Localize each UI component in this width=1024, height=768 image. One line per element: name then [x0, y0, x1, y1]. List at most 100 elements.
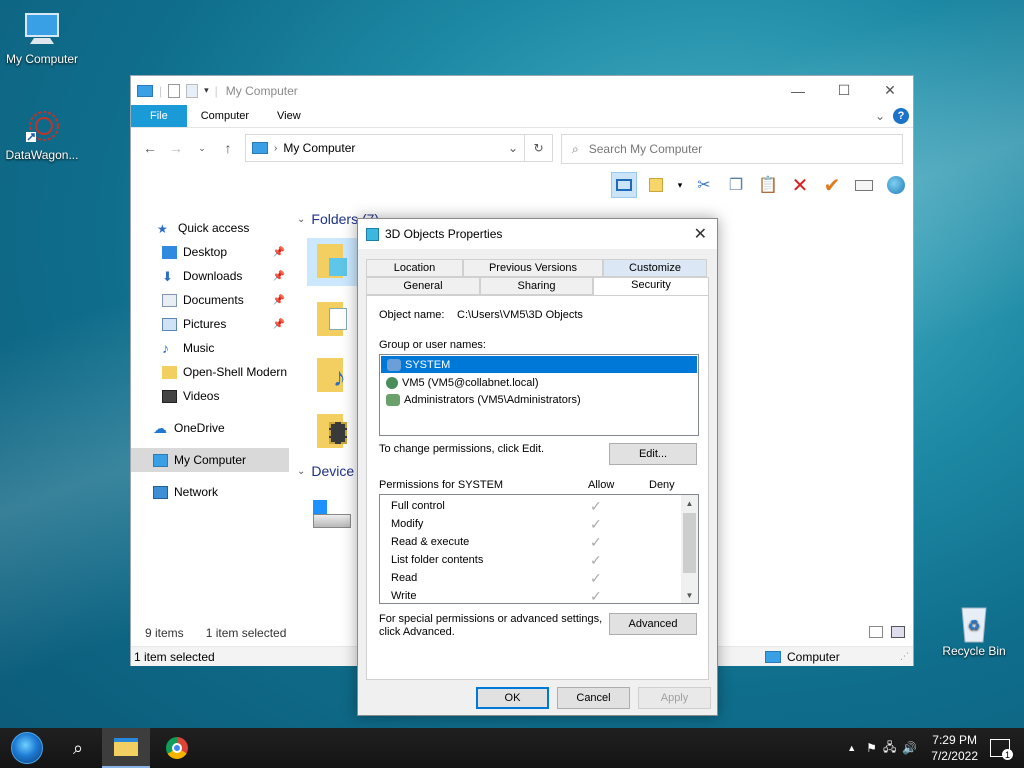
sidebar-item-documents[interactable]: Documents 📌 [131, 288, 289, 312]
minimize-button[interactable]: — [775, 76, 821, 105]
tab-previous-versions[interactable]: Previous Versions [463, 259, 603, 277]
devices-group-header[interactable]: ⌄ Device [297, 463, 354, 479]
delete-icon[interactable]: ✕ [787, 172, 813, 198]
cancel-button[interactable]: Cancel [557, 687, 630, 709]
checkmark-icon[interactable]: ✔ [819, 172, 845, 198]
address-dropdown-icon[interactable]: ⌄ [508, 141, 524, 155]
pin-icon[interactable]: 📌 [273, 319, 285, 330]
taskbar-file-explorer[interactable] [102, 728, 150, 768]
object-name-label: Object name: [379, 309, 445, 321]
tab-location[interactable]: Location [366, 259, 463, 277]
search-button[interactable]: ⌕ [54, 728, 102, 768]
maximize-button[interactable]: ☐ [821, 76, 867, 105]
breadcrumb-chevron-icon[interactable]: › [274, 143, 277, 154]
new-folder-icon[interactable] [186, 83, 199, 98]
qat-dropdown-icon[interactable]: ▾ [204, 85, 209, 96]
scroll-down-icon[interactable]: ▼ [681, 587, 698, 603]
sidebar-item-onedrive[interactable]: ☁ OneDrive [131, 416, 289, 440]
forward-arrow-icon[interactable]: → [167, 140, 185, 156]
sidebar-item-my-computer[interactable]: My Computer [131, 448, 289, 472]
recent-dropdown-icon[interactable]: ⌄ [193, 143, 211, 154]
resize-grip-icon[interactable]: ⋰ [900, 651, 909, 662]
drive-c[interactable] [307, 496, 357, 544]
sidebar-item-quick-access[interactable]: ★ Quick access [131, 216, 289, 240]
user-item-vm5[interactable]: VM5 (VM5@collabnet.local) [380, 374, 698, 391]
cut-icon[interactable]: ✂ [691, 172, 717, 198]
system-tray: ▲ ⚑ 🖧 🔊 7:29 PM 7/2/2022 1 [847, 728, 1024, 768]
folder-3d-objects[interactable] [307, 238, 357, 286]
tab-customize[interactable]: Customize [603, 259, 707, 277]
tab-sharing[interactable]: Sharing [480, 277, 593, 295]
scroll-up-icon[interactable]: ▲ [681, 495, 698, 511]
sidebar-item-music[interactable]: ♪ Music [131, 336, 289, 360]
ribbon-expand-icon[interactable]: ⌄ [875, 105, 893, 127]
show-hidden-icons[interactable]: ▲ [847, 743, 856, 753]
apply-button[interactable]: Apply [638, 687, 711, 709]
back-arrow-icon[interactable]: ← [141, 140, 159, 156]
user-item-system[interactable]: SYSTEM [381, 356, 697, 373]
action-flag-icon[interactable]: ⚑ [866, 741, 877, 755]
sidebar-item-downloads[interactable]: ⬇ Downloads 📌 [131, 264, 289, 288]
taskbar: ⌕ ▲ ⚑ 🖧 🔊 7:29 PM 7/2/2022 1 [0, 728, 1024, 768]
permissions-list[interactable]: Full control ✓ Modify ✓ Read & execute ✓ Li… [379, 494, 699, 604]
tab-computer[interactable]: Computer [187, 105, 263, 127]
film-icon [162, 389, 177, 403]
refresh-button[interactable]: ↻ [525, 134, 553, 162]
address-bar[interactable]: › My Computer ⌄ [245, 134, 525, 162]
taskbar-chrome[interactable] [150, 728, 204, 768]
search-box[interactable]: ⌕ Search My Computer [561, 134, 903, 164]
up-arrow-icon[interactable]: ↑ [219, 140, 237, 156]
search-input[interactable]: Search My Computer [589, 142, 702, 156]
advanced-button[interactable]: Advanced [609, 613, 697, 635]
user-item-administrators[interactable]: Administrators (VM5\Administrators) [380, 391, 698, 408]
tab-security[interactable]: Security [593, 277, 709, 296]
notification-icon[interactable]: 1 [990, 739, 1013, 760]
status-location: Computer [787, 649, 840, 664]
folder-documents[interactable] [307, 296, 357, 344]
toolbar-dropdown-icon[interactable]: ▾ [675, 172, 685, 198]
tab-general[interactable]: General [366, 277, 480, 295]
tab-file[interactable]: File [131, 105, 187, 127]
rename-icon[interactable] [851, 172, 877, 198]
pin-icon[interactable]: 📌 [273, 295, 285, 306]
recycle-bin-icon: ♻ [954, 602, 994, 643]
desktop-icon-my-computer[interactable]: My Computer [0, 10, 84, 66]
close-button[interactable]: ✕ [867, 76, 913, 105]
volume-icon[interactable]: 🔊 [902, 741, 917, 755]
permission-read: Read ✓ [391, 569, 602, 586]
pin-icon[interactable]: 📌 [273, 247, 285, 258]
sidebar-item-videos[interactable]: Videos [131, 384, 289, 408]
network-icon[interactable]: 🖧 [883, 738, 896, 759]
music-note-icon: ♪ [333, 362, 346, 392]
preview-pane-icon[interactable] [611, 172, 637, 198]
properties-icon[interactable] [168, 83, 181, 98]
ok-button[interactable]: OK [476, 687, 549, 709]
sidebar-item-pictures[interactable]: Pictures 📌 [131, 312, 289, 336]
close-icon[interactable]: ✕ [694, 224, 707, 244]
paste-icon[interactable]: 📋 [755, 172, 781, 198]
scroll-thumb[interactable] [683, 513, 696, 573]
note-icon[interactable] [643, 172, 669, 198]
large-icons-view-icon[interactable] [891, 626, 905, 638]
details-view-icon[interactable] [869, 626, 883, 638]
tab-view[interactable]: View [263, 105, 315, 127]
folder-videos[interactable] [307, 408, 357, 456]
users-listbox[interactable]: SYSTEM VM5 (VM5@collabnet.local) Adminis… [379, 354, 699, 436]
desktop-icon-datawagon[interactable]: DataWagon... [0, 106, 84, 162]
pin-icon[interactable]: 📌 [273, 271, 285, 282]
desktop-icon-label: Recycle Bin [942, 644, 1006, 658]
sidebar-item-network[interactable]: Network [131, 480, 289, 504]
allow-header: Allow [588, 479, 615, 491]
clock[interactable]: 7:29 PM 7/2/2022 [931, 732, 978, 764]
sidebar-item-open-shell[interactable]: Open-Shell Modern [131, 360, 289, 384]
globe-icon[interactable] [883, 172, 909, 198]
sidebar-item-desktop[interactable]: Desktop 📌 [131, 240, 289, 264]
edit-button[interactable]: Edit... [609, 443, 697, 465]
desktop-icon-recycle-bin[interactable]: ♻ Recycle Bin [932, 602, 1016, 658]
folder-music[interactable]: ♪ [307, 352, 357, 400]
start-button[interactable] [0, 728, 54, 768]
copy-icon[interactable]: ❐ [723, 172, 749, 198]
permissions-scrollbar[interactable]: ▲ ▼ [681, 495, 698, 603]
help-icon[interactable]: ? [893, 105, 913, 127]
check-icon: ✓ [590, 497, 602, 514]
